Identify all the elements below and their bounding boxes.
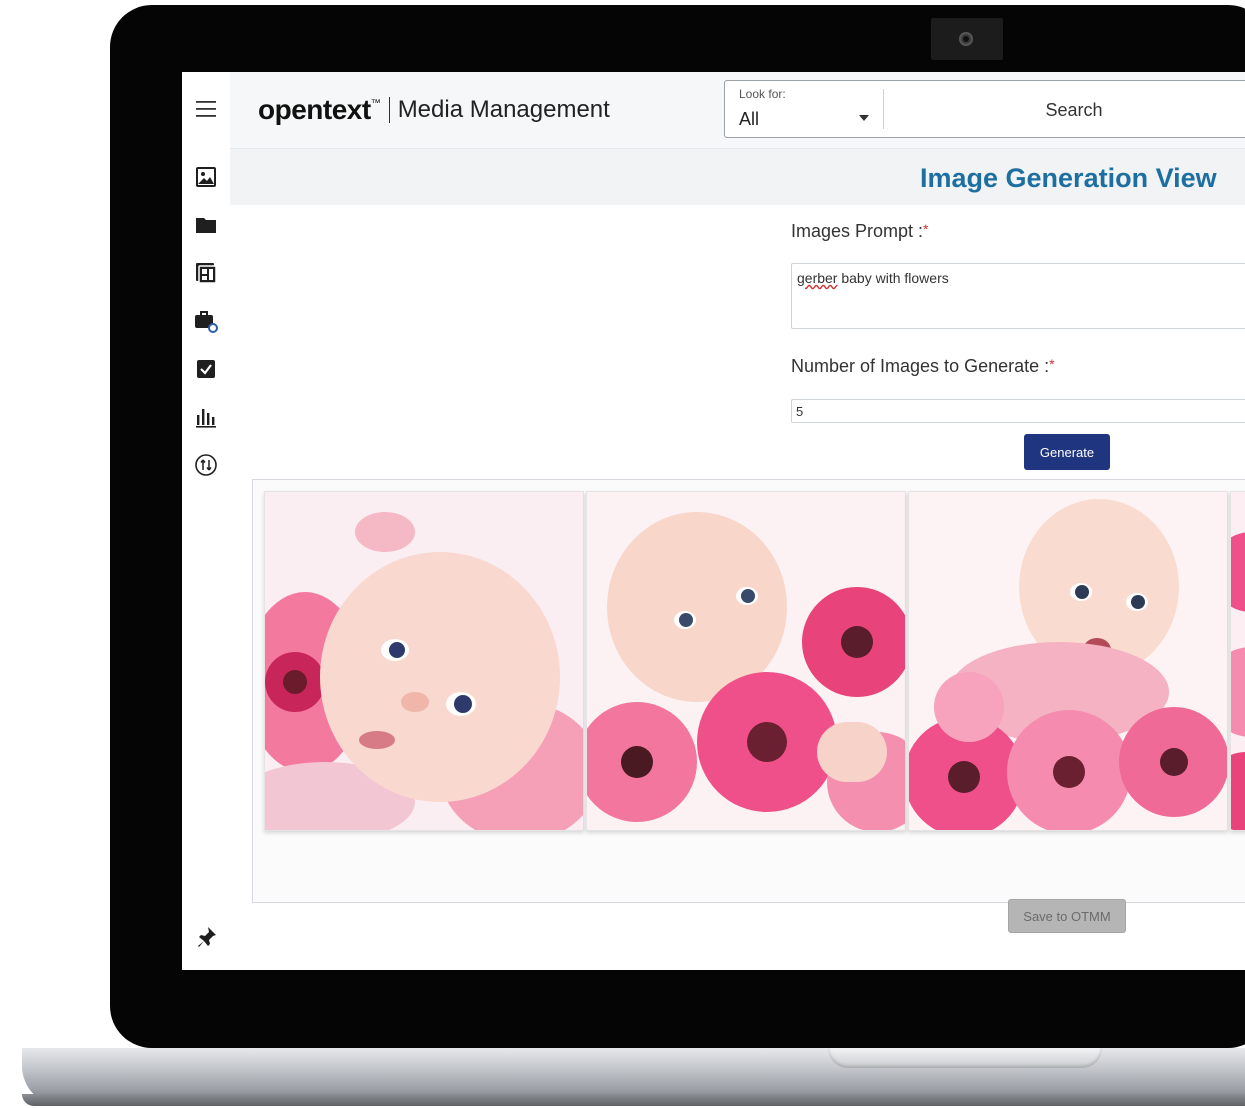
prompt-misspelled-word: gerber <box>797 270 838 286</box>
result-image-2[interactable] <box>586 491 906 831</box>
result-image-4[interactable] <box>1230 491 1245 831</box>
main-content: Image Generation View Images Prompt :* g… <box>230 149 1245 970</box>
required-marker: * <box>1049 356 1055 372</box>
menu-icon[interactable] <box>193 96 219 122</box>
prompt-label-text: Images Prompt : <box>791 221 924 241</box>
chevron-down-icon[interactable] <box>859 115 869 121</box>
search-box: Look for: All <box>724 80 1245 138</box>
prompt-label: Images Prompt :* <box>791 221 929 242</box>
laptop-lid-notch <box>828 1048 1102 1068</box>
search-input[interactable] <box>897 95 1245 125</box>
top-bar: opentext ™ Media Management Look for: Al… <box>230 72 1245 149</box>
product-name: Media Management <box>397 96 610 123</box>
save-to-otmm-button[interactable]: Save to OTMM <box>1008 899 1126 933</box>
result-image-1[interactable] <box>264 491 584 831</box>
task-checkbox-icon[interactable] <box>193 356 219 382</box>
prompt-text: baby with flowers <box>837 270 949 286</box>
image-count-input[interactable] <box>791 399 1245 423</box>
prompt-textarea[interactable]: gerber baby with flowers <box>791 263 1245 329</box>
page-title: Image Generation View <box>920 163 1217 193</box>
count-label-text: Number of Images to Generate : <box>791 356 1050 376</box>
folder-icon[interactable] <box>193 212 219 238</box>
image-icon[interactable] <box>193 164 219 190</box>
transfer-icon[interactable] <box>193 452 219 478</box>
results-panel <box>252 479 1245 903</box>
sidebar <box>182 72 231 970</box>
brand-trademark: ™ <box>370 97 381 109</box>
title-band: Image Generation View <box>230 149 1245 205</box>
generate-button[interactable]: Generate <box>1024 434 1110 470</box>
brand-name: opentext <box>258 94 371 125</box>
briefcase-search-icon[interactable] <box>193 308 219 334</box>
brand-logo[interactable]: opentext ™ Media Management <box>258 94 610 126</box>
collections-icon[interactable] <box>193 260 219 286</box>
lookfor-dropdown[interactable]: All <box>739 109 759 130</box>
search-divider <box>883 89 884 129</box>
count-label: Number of Images to Generate :* <box>791 356 1055 377</box>
required-marker: * <box>923 221 929 237</box>
laptop-base-edge <box>22 1094 1245 1106</box>
webcam-icon <box>959 32 973 46</box>
bar-chart-icon[interactable] <box>193 404 219 430</box>
lookfor-label: Look for: <box>739 87 786 101</box>
result-image-3[interactable] <box>908 491 1228 831</box>
pin-icon[interactable] <box>193 924 219 950</box>
brand-separator <box>388 97 390 123</box>
app-screen: opentext ™ Media Management Look for: Al… <box>182 72 1245 970</box>
